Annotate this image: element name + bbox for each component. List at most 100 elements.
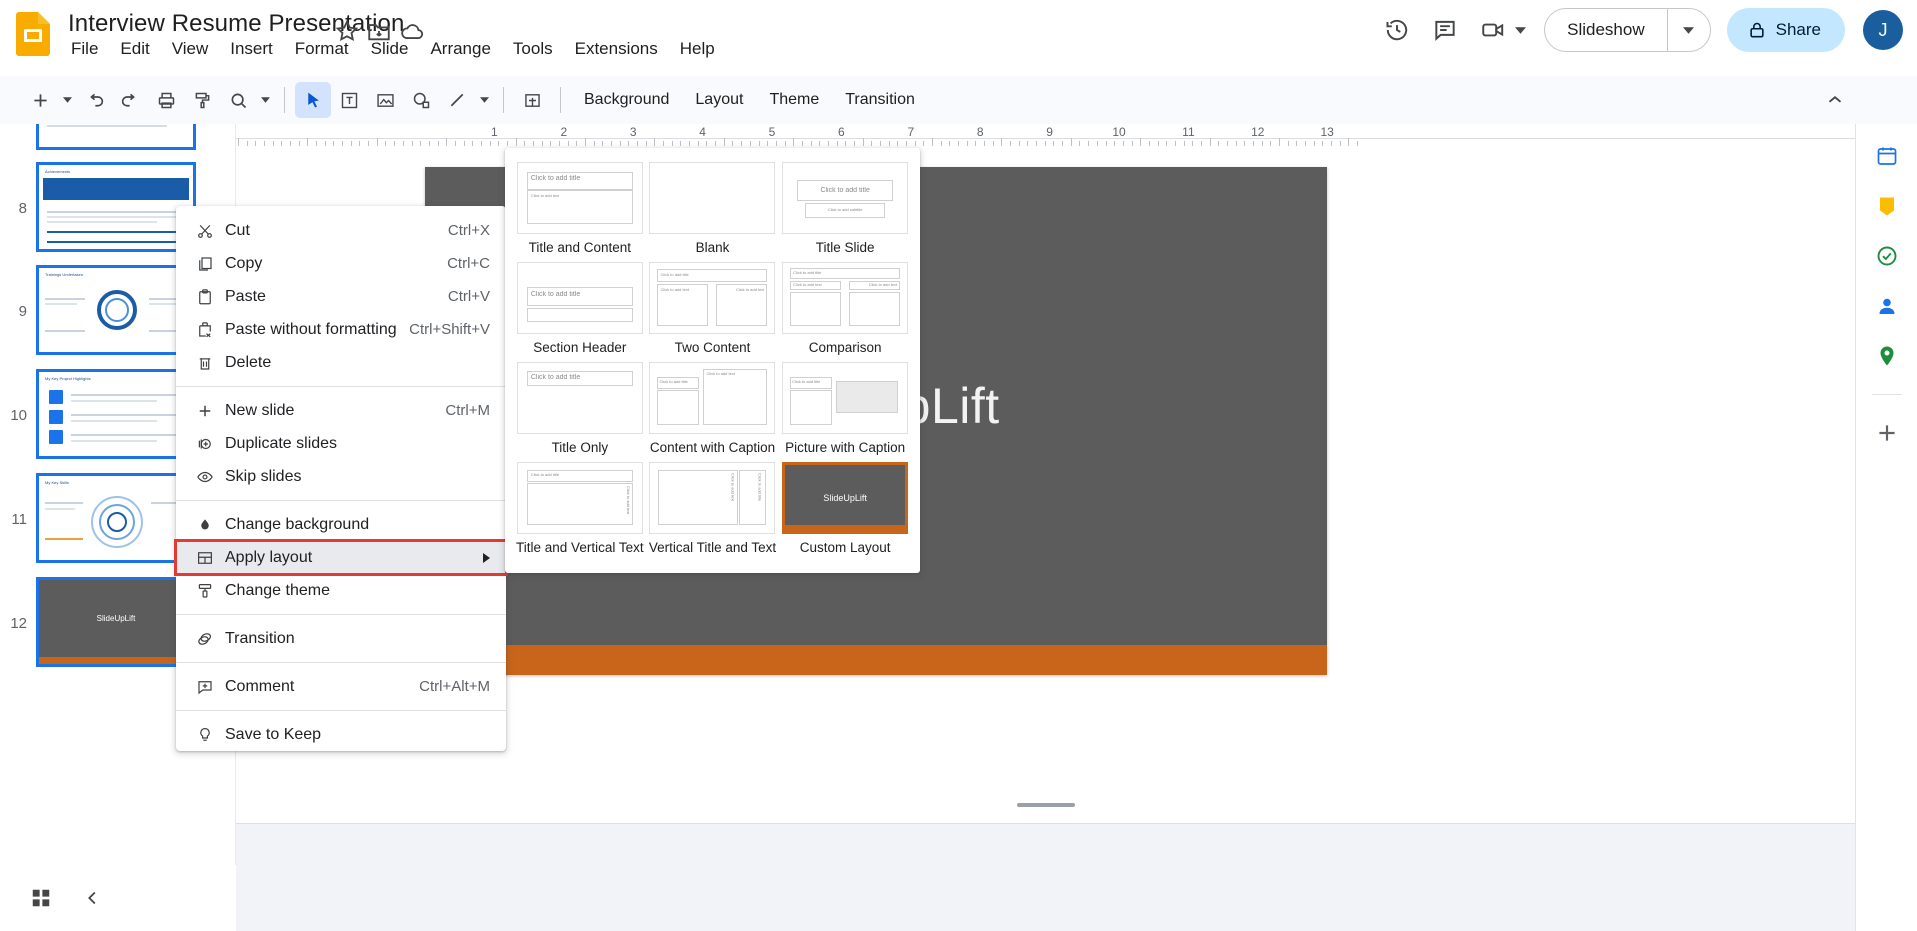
zoom-button[interactable]	[220, 82, 256, 118]
layout-vertical-title-and-text[interactable]: Click to add text Click to add title Ver…	[647, 460, 779, 560]
share-button[interactable]: Share	[1727, 8, 1845, 52]
placeholder-vertical-text: Click to add text	[730, 473, 735, 501]
menu-save-to-keep[interactable]: Save to Keep	[176, 718, 506, 751]
list-item[interactable]: 12 SlideUpLift	[0, 577, 196, 667]
ruler-number: 8	[977, 125, 984, 139]
menu-format[interactable]: Format	[284, 36, 360, 62]
layout-two-content[interactable]: Click to add title Click to add text Cli…	[647, 260, 779, 360]
shape-button[interactable]	[403, 82, 439, 118]
menu-delete[interactable]: Delete	[176, 346, 506, 379]
slide-thumbnail-10[interactable]: My Key Project Highlights	[36, 369, 196, 459]
layout-section-header[interactable]: Click to add title Section Header	[514, 260, 646, 360]
menu-slide[interactable]: Slide	[360, 36, 420, 62]
layout-button[interactable]: Layout	[682, 85, 756, 115]
collapse-menus-button[interactable]	[1817, 82, 1853, 118]
menu-new-slide-label: New slide	[222, 402, 445, 420]
menu-paste[interactable]: Paste Ctrl+V	[176, 280, 506, 313]
layout-picture-with-caption[interactable]: Click to add title Picture with Caption	[779, 360, 911, 460]
context-menu[interactable]: Cut Ctrl+X Copy Ctrl+C Paste Ctrl+V Past…	[176, 206, 506, 751]
menu-view[interactable]: View	[161, 36, 220, 62]
list-item[interactable]: 11 My Key Skills	[0, 473, 196, 563]
paint-format-button[interactable]	[184, 82, 220, 118]
menu-transition[interactable]: Transition	[176, 622, 506, 655]
list-item[interactable]: 8 Achievements	[0, 162, 196, 252]
line-button[interactable]	[439, 82, 475, 118]
menu-arrange[interactable]: Arrange	[419, 36, 501, 62]
menu-apply-layout[interactable]: Apply layout	[176, 541, 506, 574]
layout-comparison[interactable]: Click to add title Click to add text Cli…	[779, 260, 911, 360]
menu-skip-slides[interactable]: Skip slides	[176, 460, 506, 493]
apply-layout-submenu[interactable]: Click to add title Click to add text Tit…	[505, 148, 920, 573]
speaker-notes-pane[interactable]	[236, 823, 1855, 931]
speaker-notes-resize-handle[interactable]	[1017, 803, 1075, 807]
zoom-caret[interactable]	[256, 82, 274, 118]
comment-history-icon[interactable]	[1423, 8, 1467, 52]
google-meet-button[interactable]	[1471, 8, 1530, 52]
menu-copy[interactable]: Copy Ctrl+C	[176, 247, 506, 280]
version-history-icon[interactable]	[1375, 8, 1419, 52]
menu-tools[interactable]: Tools	[502, 36, 564, 62]
contacts-icon[interactable]	[1869, 288, 1905, 324]
slide-thumbnail[interactable]: Icons	[36, 124, 196, 150]
keep-icon[interactable]	[1869, 188, 1905, 224]
insert-table-button[interactable]	[514, 82, 550, 118]
thumb-title: My Key Project Highlights	[45, 376, 91, 381]
collapse-filmstrip-button[interactable]	[74, 879, 112, 917]
menu-change-background[interactable]: Change background	[176, 508, 506, 541]
add-ons-icon[interactable]	[1869, 415, 1905, 451]
menu-cut[interactable]: Cut Ctrl+X	[176, 214, 506, 247]
transition-button[interactable]: Transition	[832, 85, 928, 115]
layout-blank[interactable]: Blank	[647, 160, 779, 260]
placeholder-heading-left: Click to add text	[793, 282, 821, 287]
new-slide-button[interactable]	[22, 82, 58, 118]
layout-title-and-vertical-text[interactable]: Click to add title Click to add text Tit…	[514, 460, 646, 560]
slideshow-button[interactable]: Slideshow	[1545, 9, 1668, 51]
select-tool-button[interactable]	[295, 82, 331, 118]
slide-thumbnail-9[interactable]: Trainings Undertaken	[36, 265, 196, 355]
print-button[interactable]	[148, 82, 184, 118]
undo-button[interactable]	[76, 82, 112, 118]
layout-title-and-content[interactable]: Click to add title Click to add text Tit…	[514, 160, 646, 260]
comment-plus-icon	[196, 676, 222, 698]
ruler-tick	[1001, 138, 1002, 146]
menu-comment[interactable]: Comment Ctrl+Alt+M	[176, 670, 506, 703]
menu-change-theme[interactable]: Change theme	[176, 574, 506, 607]
list-item[interactable]: Icons	[0, 124, 196, 150]
menu-file[interactable]: File	[60, 36, 109, 62]
ruler-tick	[585, 138, 586, 146]
maps-icon[interactable]	[1869, 338, 1905, 374]
menu-paste-without-formatting[interactable]: Paste without formatting Ctrl+Shift+V	[176, 313, 506, 346]
layout-custom[interactable]: SlideUpLift Custom Layout	[779, 460, 911, 560]
menu-extensions[interactable]: Extensions	[564, 36, 669, 62]
layout-title-slide[interactable]: Click to add title Click to add subtitle…	[779, 160, 911, 260]
calendar-icon[interactable]	[1869, 138, 1905, 174]
placeholder-body-text: Click to add text	[706, 371, 734, 376]
background-button[interactable]: Background	[571, 85, 682, 115]
menu-help[interactable]: Help	[669, 36, 726, 62]
menu-duplicate-slides[interactable]: Duplicate slides	[176, 427, 506, 460]
list-item[interactable]: 9 Trainings Undertaken	[0, 265, 196, 355]
menu-edit[interactable]: Edit	[109, 36, 160, 62]
slide-thumbnail-8[interactable]: Achievements	[36, 162, 196, 252]
horizontal-ruler[interactable]: 12345678910111213	[236, 124, 1855, 146]
layout-title-only[interactable]: Click to add title Title Only	[514, 360, 646, 460]
slide-thumbnail-11[interactable]: My Key Skills	[36, 473, 196, 563]
thumb-title: Trainings Undertaken	[45, 272, 83, 277]
new-slide-caret[interactable]	[58, 82, 76, 118]
line-caret[interactable]	[475, 82, 493, 118]
slide-thumbnail-12[interactable]: SlideUpLift	[36, 577, 196, 667]
insert-image-button[interactable]	[367, 82, 403, 118]
avatar[interactable]: J	[1863, 10, 1903, 50]
text-box-button[interactable]	[331, 82, 367, 118]
slideshow-options-caret[interactable]	[1668, 9, 1710, 51]
menu-new-slide[interactable]: New slide Ctrl+M	[176, 394, 506, 427]
menu-insert[interactable]: Insert	[219, 36, 284, 62]
chevron-down-icon[interactable]	[1515, 27, 1526, 34]
redo-button[interactable]	[112, 82, 148, 118]
list-item[interactable]: 10 My Key Project Highlights	[0, 369, 196, 459]
theme-button[interactable]: Theme	[756, 85, 832, 115]
grid-view-button[interactable]	[22, 879, 60, 917]
layout-content-with-caption[interactable]: Click to add title Click to add text Con…	[647, 360, 779, 460]
google-meet-icon[interactable]	[1471, 8, 1515, 52]
tasks-icon[interactable]	[1869, 238, 1905, 274]
